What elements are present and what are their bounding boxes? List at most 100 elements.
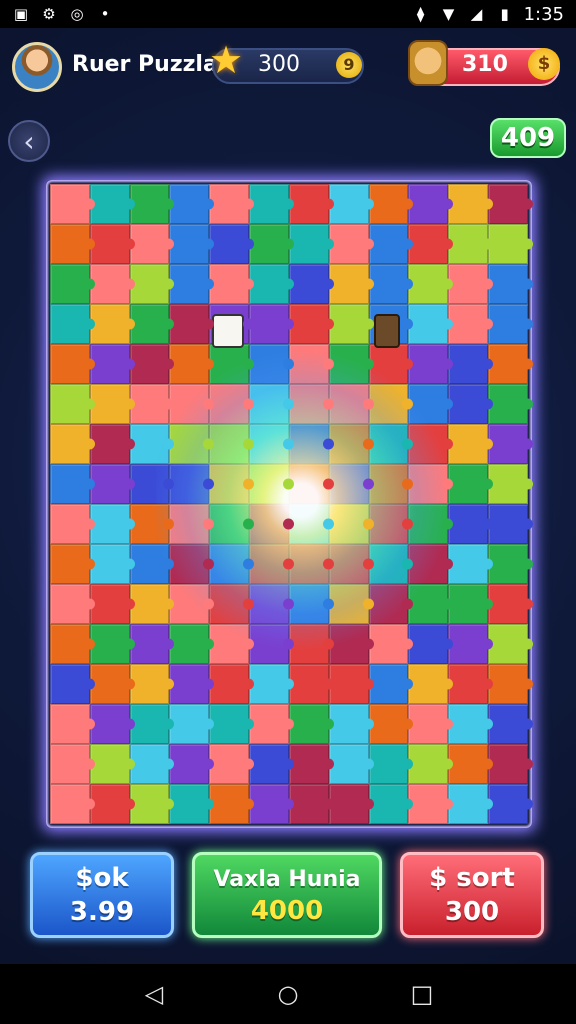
puzzle-piece[interactable]: [249, 384, 289, 424]
puzzle-piece[interactable]: [169, 784, 210, 824]
puzzle-piece[interactable]: [249, 464, 289, 504]
puzzle-piece[interactable]: [169, 304, 210, 344]
puzzle-piece[interactable]: [89, 264, 130, 304]
puzzle-piece[interactable]: [488, 504, 528, 544]
puzzle-piece[interactable]: [368, 704, 409, 744]
puzzle-piece[interactable]: [89, 744, 130, 784]
puzzle-piece[interactable]: [368, 424, 409, 464]
puzzle-piece[interactable]: [249, 224, 289, 264]
puzzle-piece[interactable]: [328, 624, 369, 664]
puzzle-piece[interactable]: [408, 584, 449, 624]
puzzle-piece[interactable]: [288, 624, 329, 664]
puzzle-piece[interactable]: [328, 464, 369, 504]
puzzle-piece[interactable]: [249, 184, 289, 224]
puzzle-piece[interactable]: [488, 264, 528, 304]
puzzle-piece[interactable]: [209, 264, 250, 304]
puzzle-piece[interactable]: [488, 704, 528, 744]
puzzle-piece[interactable]: [50, 664, 90, 704]
puzzle-piece[interactable]: [50, 384, 90, 424]
puzzle-piece[interactable]: [368, 344, 409, 384]
back-button[interactable]: ‹: [8, 120, 50, 162]
puzzle-piece[interactable]: [209, 184, 250, 224]
puzzle-piece[interactable]: [169, 184, 210, 224]
puzzle-piece[interactable]: [328, 384, 369, 424]
puzzle-piece[interactable]: [89, 704, 130, 744]
puzzle-piece[interactable]: [169, 464, 210, 504]
puzzle-piece[interactable]: [368, 744, 409, 784]
puzzle-piece[interactable]: [249, 424, 289, 464]
puzzle-piece[interactable]: [368, 624, 409, 664]
rival-avatar[interactable]: [408, 40, 448, 86]
puzzle-piece[interactable]: [50, 624, 90, 664]
puzzle-piece[interactable]: [448, 624, 489, 664]
puzzle-piece[interactable]: [488, 464, 528, 504]
nav-back-button[interactable]: ◁: [140, 980, 168, 1008]
puzzle-piece[interactable]: [488, 544, 528, 584]
puzzle-piece[interactable]: [288, 304, 329, 344]
puzzle-piece[interactable]: [408, 344, 449, 384]
puzzle-piece[interactable]: [488, 384, 528, 424]
puzzle-piece[interactable]: [408, 384, 449, 424]
puzzle-piece[interactable]: [50, 464, 90, 504]
puzzle-piece[interactable]: [129, 744, 170, 784]
puzzle-piece[interactable]: [288, 264, 329, 304]
puzzle-piece[interactable]: [288, 384, 329, 424]
puzzle-piece[interactable]: [448, 384, 489, 424]
puzzle-piece[interactable]: [328, 184, 369, 224]
puzzle-piece[interactable]: [89, 184, 130, 224]
puzzle-piece[interactable]: [448, 664, 489, 704]
puzzle-piece[interactable]: [169, 584, 210, 624]
puzzle-piece[interactable]: [169, 624, 210, 664]
puzzle-piece[interactable]: [408, 664, 449, 704]
puzzle-piece[interactable]: [288, 224, 329, 264]
puzzle-piece[interactable]: [89, 664, 130, 704]
puzzle-piece[interactable]: [249, 584, 289, 624]
puzzle-piece[interactable]: [50, 504, 90, 544]
puzzle-piece[interactable]: [448, 544, 489, 584]
puzzle-piece[interactable]: [328, 784, 369, 824]
puzzle-piece[interactable]: [488, 784, 528, 824]
blue-action-button[interactable]: $ok 3.99: [30, 852, 174, 938]
puzzle-piece[interactable]: [488, 184, 528, 224]
puzzle-piece[interactable]: [408, 784, 449, 824]
gold-coin-icon[interactable]: $: [528, 48, 560, 80]
puzzle-piece[interactable]: [288, 504, 329, 544]
puzzle-piece[interactable]: [328, 504, 369, 544]
puzzle-piece[interactable]: [209, 664, 250, 704]
puzzle-piece[interactable]: [368, 544, 409, 584]
puzzle-piece[interactable]: [129, 544, 170, 584]
puzzle-piece[interactable]: [328, 544, 369, 584]
puzzle-piece[interactable]: [249, 744, 289, 784]
puzzle-piece[interactable]: [89, 384, 130, 424]
puzzle-piece[interactable]: [448, 264, 489, 304]
puzzle-piece[interactable]: [209, 584, 250, 624]
puzzle-piece[interactable]: [89, 224, 130, 264]
puzzle-piece[interactable]: [488, 744, 528, 784]
puzzle-piece[interactable]: [129, 664, 170, 704]
puzzle-piece[interactable]: [209, 344, 250, 384]
puzzle-piece[interactable]: [328, 304, 369, 344]
puzzle-piece[interactable]: [408, 544, 449, 584]
puzzle-piece[interactable]: [50, 784, 90, 824]
puzzle-piece[interactable]: [328, 344, 369, 384]
puzzle-piece[interactable]: [408, 704, 449, 744]
puzzle-piece[interactable]: [368, 584, 409, 624]
puzzle-piece[interactable]: [89, 624, 130, 664]
puzzle-piece[interactable]: [448, 784, 489, 824]
puzzle-piece[interactable]: [89, 584, 130, 624]
puzzle-piece[interactable]: [50, 744, 90, 784]
player-avatar[interactable]: [12, 42, 62, 92]
puzzle-piece[interactable]: [50, 264, 90, 304]
puzzle-piece[interactable]: [328, 584, 369, 624]
puzzle-piece[interactable]: [408, 464, 449, 504]
nav-recents-button[interactable]: □: [408, 980, 436, 1008]
puzzle-piece[interactable]: [288, 344, 329, 384]
puzzle-piece[interactable]: [488, 584, 528, 624]
puzzle-piece[interactable]: [50, 184, 90, 224]
puzzle-piece[interactable]: [50, 704, 90, 744]
puzzle-piece[interactable]: [448, 344, 489, 384]
nav-home-button[interactable]: ○: [274, 980, 302, 1008]
puzzle-piece[interactable]: [288, 424, 329, 464]
puzzle-piece[interactable]: [328, 704, 369, 744]
puzzle-piece[interactable]: [129, 704, 170, 744]
